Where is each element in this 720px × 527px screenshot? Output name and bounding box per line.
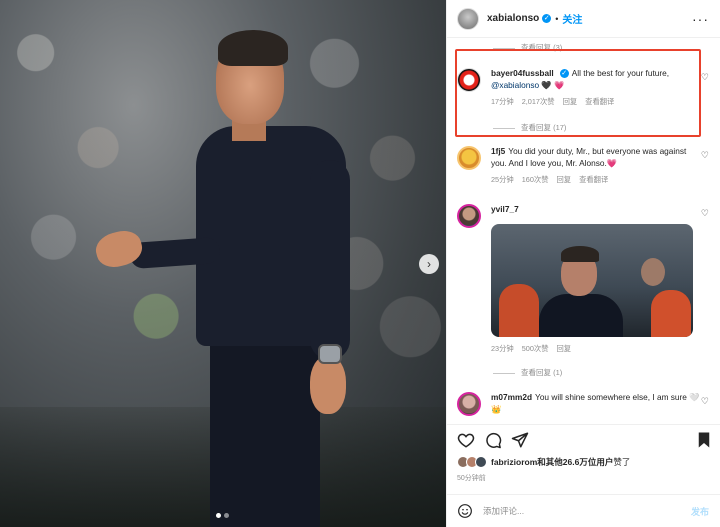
comment-likes-count[interactable]: 500次赞 — [522, 343, 549, 355]
reply-button[interactable]: 回复 — [557, 174, 572, 186]
follow-button[interactable]: 关注 — [562, 11, 582, 26]
post-header: xabialonso ✓ • 关注 ··· — [447, 0, 720, 38]
comment-time: 23分钟 — [491, 344, 514, 353]
coach-hand-right — [310, 356, 346, 414]
comment-composer: 发布 — [447, 494, 720, 527]
highlight-box — [455, 49, 701, 137]
view-replies-link[interactable]: 查看回复 (1) — [493, 367, 562, 378]
comment-like-heart-icon[interactable]: ♡ — [701, 72, 709, 83]
coach-arm-right — [310, 160, 350, 360]
save-bookmark-icon[interactable] — [695, 431, 713, 449]
commenter-username[interactable]: yvil7_7 — [491, 204, 519, 214]
slide-indicator — [216, 513, 229, 518]
reply-line — [493, 372, 515, 374]
commenter-avatar[interactable] — [457, 392, 481, 416]
gif-coach-hair — [561, 246, 599, 262]
verified-badge-icon: ✓ — [542, 14, 552, 23]
post-comment-button[interactable]: 发布 — [691, 505, 709, 518]
coach-watch — [318, 344, 342, 364]
post-timestamp: 50分钟前 — [457, 475, 486, 482]
liker-username[interactable]: fabriziorom — [491, 457, 537, 467]
comment-text: You did your duty, Mr., but everyone was… — [491, 146, 687, 168]
comment-time: 25分钟 — [491, 175, 514, 184]
liker-avatars — [457, 456, 487, 468]
comment-bubble-icon[interactable] — [484, 431, 502, 449]
view-replies-label[interactable]: 查看回复 (1) — [521, 368, 562, 377]
slide-dot-active — [216, 513, 221, 518]
comments-list[interactable]: 查看回复 (3) bayer04fussball ✓ All the best fo… — [447, 38, 720, 424]
commenter-username[interactable]: m07mm2d — [491, 392, 532, 402]
comment-meta-row: 23分钟 500次赞 回复 — [457, 343, 715, 357]
gif-coach-body — [539, 294, 623, 337]
coach-legs — [210, 340, 320, 527]
coach-hair — [218, 30, 288, 66]
gif-figure — [651, 290, 691, 337]
slide-dot — [224, 513, 229, 518]
liker-avatar — [475, 456, 487, 468]
comment-body: 23分钟 500次赞 回复 — [491, 343, 703, 355]
owner-avatar[interactable] — [457, 7, 479, 30]
comment-likes-count[interactable]: 160次赞 — [522, 174, 549, 186]
comment-body: m07mm2d You will shine somewhere else, I … — [491, 392, 703, 415]
comment-like-heart-icon[interactable]: ♡ — [701, 208, 709, 219]
reply-button[interactable]: 回复 — [557, 343, 572, 355]
more-options-icon[interactable]: ··· — [692, 11, 709, 27]
post-actions-bar — [447, 424, 720, 454]
commenter-avatar[interactable] — [457, 204, 481, 228]
commenter-avatar[interactable] — [457, 146, 481, 170]
likes-suffix: 赞了 — [613, 457, 631, 467]
emoji-picker-icon[interactable] — [457, 503, 473, 519]
separator-dot: • — [555, 13, 559, 24]
comment-body: yvil7_7 — [491, 204, 703, 216]
owner-username[interactable]: xabialonso — [487, 13, 539, 24]
like-heart-icon[interactable] — [457, 431, 475, 449]
likes-summary[interactable]: fabriziorom 和其他26.6万位用户 赞了 — [457, 456, 630, 468]
translate-button[interactable]: 查看翻译 — [579, 174, 608, 186]
comment-body: 1fj5 You did your duty, Mr., but everyone… — [491, 146, 703, 186]
comment-meta: 25分钟 160次赞 回复 查看翻译 — [491, 174, 703, 186]
commenter-username[interactable]: 1fj5 — [491, 146, 505, 156]
post-photo[interactable]: › — [0, 0, 446, 527]
gif-figure — [641, 258, 665, 286]
post-side-panel: xabialonso ✓ • 关注 ··· 查看回复 (3) bayer04fu… — [446, 0, 720, 527]
comment-like-heart-icon[interactable]: ♡ — [701, 396, 709, 407]
next-slide-button[interactable]: › — [419, 254, 439, 274]
share-paper-plane-icon[interactable] — [511, 431, 529, 449]
likes-others-count[interactable]: 和其他26.6万位用户 — [537, 456, 613, 468]
comment-input[interactable] — [483, 506, 663, 516]
comment-like-heart-icon[interactable]: ♡ — [701, 150, 709, 161]
gif-figure — [499, 284, 539, 337]
comment-meta: 23分钟 500次赞 回复 — [491, 343, 703, 355]
comment-gif-image[interactable] — [491, 224, 693, 337]
